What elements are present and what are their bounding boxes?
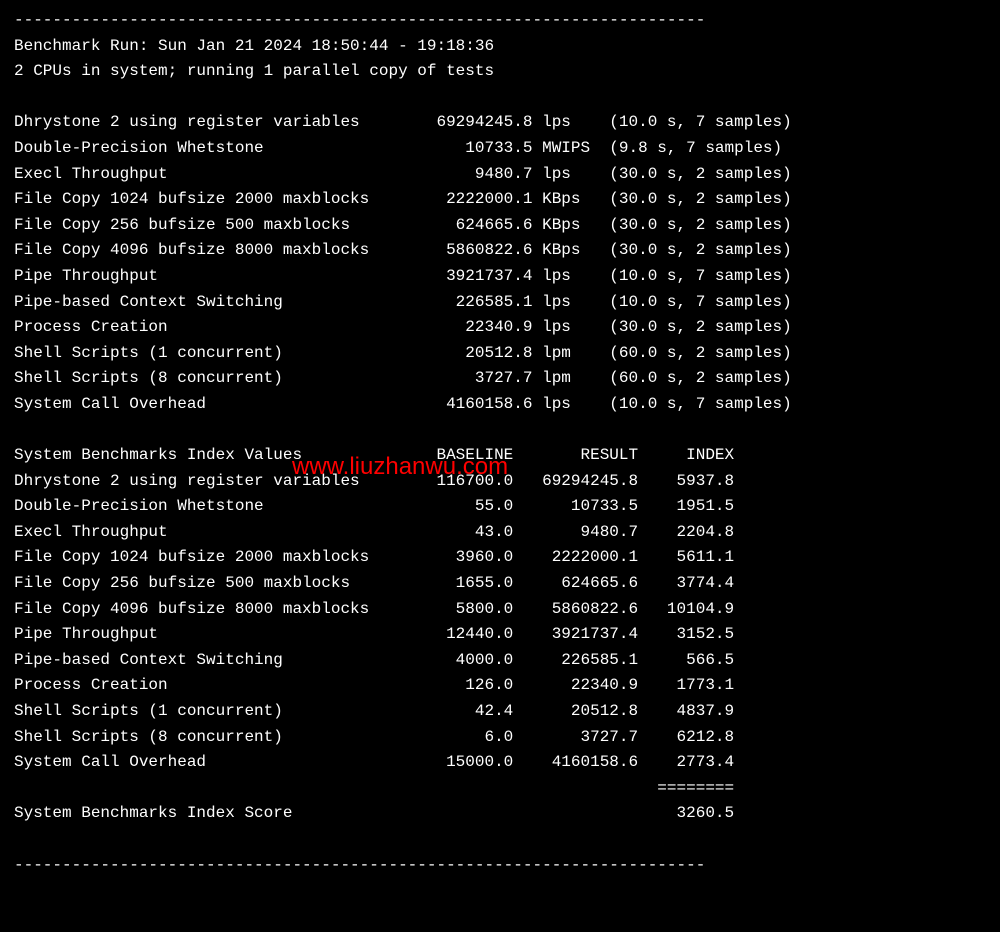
index-row: Shell Scripts (1 concurrent) 42.4 20512.… — [14, 699, 986, 725]
index-row: File Copy 4096 bufsize 8000 maxblocks 58… — [14, 597, 986, 623]
index-row: Shell Scripts (8 concurrent) 6.0 3727.7 … — [14, 725, 986, 751]
test-row: Execl Throughput 9480.7 lps (30.0 s, 2 s… — [14, 162, 986, 188]
test-row: Pipe Throughput 3921737.4 lps (10.0 s, 7… — [14, 264, 986, 290]
index-row: Double-Precision Whetstone 55.0 10733.5 … — [14, 494, 986, 520]
index-divider-line: ======== — [14, 776, 986, 802]
test-row: Double-Precision Whetstone 10733.5 MWIPS… — [14, 136, 986, 162]
index-row: Process Creation 126.0 22340.9 1773.1 — [14, 673, 986, 699]
test-row: Pipe-based Context Switching 226585.1 lp… — [14, 290, 986, 316]
separator-bottom: ----------------------------------------… — [14, 853, 986, 879]
test-results-block: Dhrystone 2 using register variables 692… — [14, 110, 986, 417]
test-row: File Copy 4096 bufsize 8000 maxblocks 58… — [14, 238, 986, 264]
test-row: System Call Overhead 4160158.6 lps (10.0… — [14, 392, 986, 418]
index-row: Pipe-based Context Switching 4000.0 2265… — [14, 648, 986, 674]
terminal-output: www.liuzhanwu.com ----------------------… — [0, 0, 1000, 898]
index-row: File Copy 1024 bufsize 2000 maxblocks 39… — [14, 545, 986, 571]
index-rows-block: Dhrystone 2 using register variables 116… — [14, 469, 986, 776]
index-row: Pipe Throughput 12440.0 3921737.4 3152.5 — [14, 622, 986, 648]
test-row: File Copy 1024 bufsize 2000 maxblocks 22… — [14, 187, 986, 213]
index-score-line: System Benchmarks Index Score 3260.5 — [14, 801, 986, 827]
test-row: Process Creation 22340.9 lps (30.0 s, 2 … — [14, 315, 986, 341]
test-row: Shell Scripts (1 concurrent) 20512.8 lpm… — [14, 341, 986, 367]
cpu-info-line: 2 CPUs in system; running 1 parallel cop… — [14, 59, 986, 85]
index-row: Dhrystone 2 using register variables 116… — [14, 469, 986, 495]
index-row: Execl Throughput 43.0 9480.7 2204.8 — [14, 520, 986, 546]
index-row: System Call Overhead 15000.0 4160158.6 2… — [14, 750, 986, 776]
test-row: File Copy 256 bufsize 500 maxblocks 6246… — [14, 213, 986, 239]
blank-line — [14, 418, 986, 444]
index-header-line: System Benchmarks Index Values BASELINE … — [14, 443, 986, 469]
index-row: File Copy 256 bufsize 500 maxblocks 1655… — [14, 571, 986, 597]
separator-top: ----------------------------------------… — [14, 8, 986, 34]
test-row: Dhrystone 2 using register variables 692… — [14, 110, 986, 136]
test-row: Shell Scripts (8 concurrent) 3727.7 lpm … — [14, 366, 986, 392]
benchmark-run-line: Benchmark Run: Sun Jan 21 2024 18:50:44 … — [14, 34, 986, 60]
blank-line — [14, 85, 986, 111]
blank-line — [14, 827, 986, 853]
